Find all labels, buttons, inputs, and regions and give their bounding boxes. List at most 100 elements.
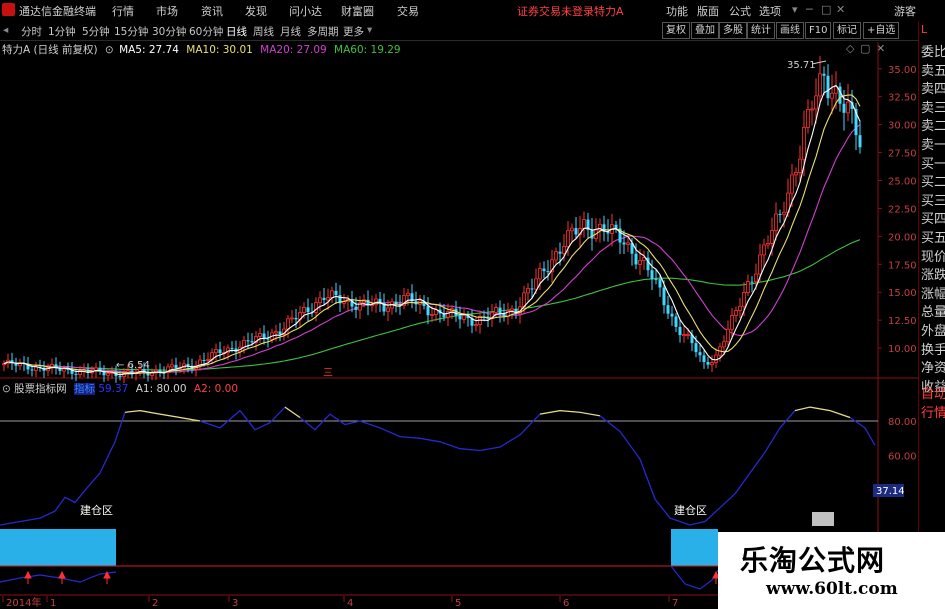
candle-body: [790, 174, 794, 194]
buy-arrow-icon: [58, 570, 66, 584]
quote-side-panel: L 委比 卖五 卖四 卖三 卖二 卖一 买一 买二 买三 买四 买五 现价 涨跌 涨幅 总量 外盘 换手 净资 收益…: [918, 21, 945, 609]
candle-body: [406, 292, 410, 296]
high-price-label: 35.71: [787, 60, 816, 71]
candle-body: [650, 270, 654, 280]
price-axis-label: 15.00: [888, 288, 917, 299]
indicator-overbought-line: [124, 406, 851, 422]
candle-body: [246, 340, 250, 342]
candle-body: [106, 373, 110, 376]
candle-body: [750, 281, 754, 283]
candle-body: [582, 219, 586, 229]
quote-field-label: 总量: [921, 305, 945, 321]
candle-body: [694, 343, 698, 353]
price-axis-label: 22.50: [888, 204, 917, 215]
quote-field-label: 行情: [921, 406, 945, 421]
watermark-logo: 乐淘公式网 www.60lt.com: [718, 532, 945, 609]
price-axis-label: 35.00: [888, 65, 917, 76]
candle-body: [286, 318, 290, 330]
candle-body: [494, 307, 498, 313]
zone-label: 建仓区: [80, 503, 113, 517]
candle-body: [278, 331, 282, 335]
candle-body: [774, 213, 778, 231]
candle-body: [170, 364, 174, 368]
chart-area[interactable]: 35.00 32.50 30.00 27.50 25.00 22.50 20.00 17.50…: [0, 0, 918, 609]
candle-body: [462, 315, 466, 320]
quote-field-label: 卖四: [921, 82, 945, 98]
candle-body: [658, 279, 662, 288]
candle-body: [258, 333, 262, 337]
candle-body: [686, 334, 690, 336]
quote-field-label: 外盘: [921, 324, 945, 339]
quote-field-label: 买一: [921, 156, 945, 172]
candlesticks: [2, 56, 862, 384]
candle-body: [806, 109, 810, 128]
candle-body: [526, 288, 530, 294]
candle-body: [74, 373, 78, 375]
candle-body: [702, 355, 706, 363]
quote-field-label: 卖二: [921, 119, 945, 135]
candle-body: [858, 135, 862, 148]
candle-body: [662, 287, 666, 306]
candle-body: [766, 242, 770, 246]
candle-body: [474, 324, 478, 327]
candle-body: [326, 297, 330, 301]
price-axis-label: 32.50: [888, 93, 917, 104]
quote-field-label: 买四: [921, 212, 945, 228]
candle-body: [734, 310, 738, 316]
candle-body: [334, 290, 338, 296]
low-indicator-line: [0, 571, 117, 583]
candle-body: [566, 230, 570, 247]
time-axis-label: 7: [672, 598, 678, 609]
candle-body: [758, 254, 762, 275]
candle-body: [214, 349, 218, 354]
quote-field-label: 换手: [921, 342, 945, 358]
time-axis-label: 3: [232, 598, 238, 609]
candle-body: [354, 306, 358, 311]
quote-field-label: 卖五: [921, 63, 945, 79]
candle-body: [666, 305, 670, 314]
candle-body: [446, 311, 450, 318]
candle-body: [262, 333, 266, 339]
price-axis-label: 30.00: [888, 121, 917, 132]
candle-body: [426, 306, 430, 316]
quote-field-label: 涨幅: [921, 286, 945, 302]
candle-body: [726, 328, 730, 343]
candle-body: [274, 331, 278, 334]
accumulation-zone-box: [671, 529, 718, 566]
low-price-label: ← 6.54: [116, 360, 150, 371]
candle-body: [706, 362, 710, 365]
quote-field-label: 现价: [921, 249, 945, 265]
quote-field-label: 买五: [921, 231, 945, 246]
quote-field-label: 自动: [921, 387, 945, 402]
candle-body: [746, 281, 750, 293]
buy-arrow-icon: [24, 570, 32, 584]
candle-body: [558, 251, 562, 254]
candle-body: [294, 317, 298, 320]
indicator-line: [0, 406, 876, 526]
candle-body: [798, 158, 802, 173]
quote-field-label: 卖三: [921, 100, 945, 116]
candle-body: [822, 73, 826, 76]
candle-body: [386, 307, 390, 312]
candle-body: [562, 245, 566, 255]
indicator-axis-label: 80.00: [888, 417, 917, 428]
candle-body: [698, 352, 702, 356]
price-axis-label: 27.50: [888, 149, 917, 160]
candle-body: [498, 307, 502, 314]
price-axis-label: 12.50: [888, 316, 917, 327]
candle-body: [638, 259, 642, 265]
candle-body: [206, 359, 210, 361]
watermark-url: www.60lt.com: [766, 579, 898, 599]
quote-field-label: 买三: [921, 193, 945, 209]
candle-body: [626, 242, 630, 245]
chart-grid: [0, 42, 918, 609]
candle-body: [782, 211, 786, 215]
candle-body: [810, 108, 814, 111]
candle-body: [330, 290, 334, 299]
candle-body: [762, 244, 766, 256]
candle-body: [530, 288, 534, 290]
time-axis-label: 2014年: [6, 596, 41, 609]
candle-body: [738, 305, 742, 311]
candle-body: [510, 308, 514, 311]
candle-body: [826, 75, 830, 99]
